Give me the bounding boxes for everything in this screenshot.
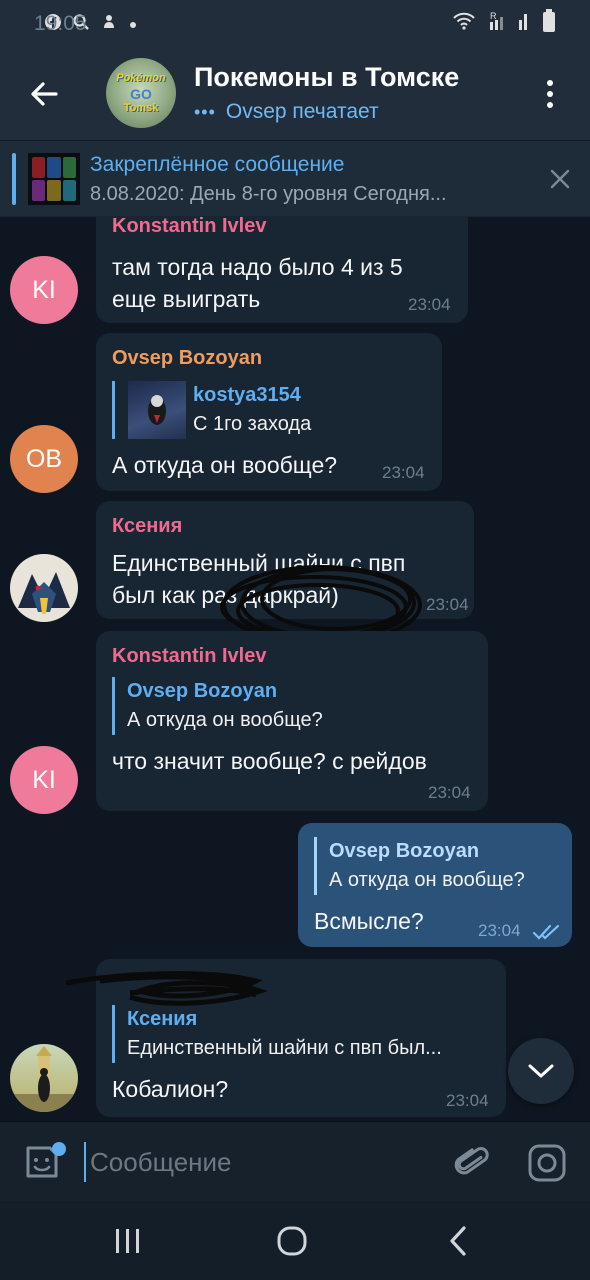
message-time: 23:04 bbox=[426, 595, 469, 614]
reply-quote[interactable]: Ovsep Bozoyan А откуда он вообще? bbox=[314, 837, 525, 895]
message-text-line: Единственный шайни с пвп bbox=[112, 550, 406, 576]
pinned-title: Закреплённое сообщение bbox=[90, 153, 345, 176]
signal-r-icon: R bbox=[488, 10, 506, 38]
group-avatar[interactable]: Pokémon GO Tomsk bbox=[106, 58, 176, 128]
avatar[interactable]: KI bbox=[10, 256, 78, 324]
pinned-text: 8.08.2020: День 8-го уровня Сегодня... bbox=[90, 183, 447, 205]
reply-quote[interactable]: Ovsep Bozoyan А откуда он вообще? bbox=[112, 677, 323, 735]
typing-status: ••• Ovsep печатает bbox=[194, 100, 379, 124]
message-time: 23:04 bbox=[478, 921, 521, 940]
status-time: 19:05 bbox=[34, 12, 87, 35]
pinned-accent-bar bbox=[12, 153, 16, 205]
pinned-thumbnail bbox=[28, 153, 80, 205]
home-button[interactable] bbox=[276, 1225, 308, 1257]
close-icon bbox=[550, 169, 570, 189]
avatar-initials: OB bbox=[25, 444, 63, 473]
message-text-line: что значит вообще? с рейдов bbox=[112, 748, 427, 774]
message-sender: Ксения bbox=[112, 515, 183, 537]
message-sender: Konstantin Ivlev bbox=[112, 645, 267, 667]
wifi-icon bbox=[452, 11, 476, 37]
message-text-line: там тогда надо было 4 из 5 bbox=[112, 254, 403, 280]
home-icon bbox=[277, 1226, 307, 1256]
signal-icon bbox=[518, 10, 530, 38]
reply-author: Ovsep Bozoyan bbox=[127, 680, 278, 702]
paperclip-icon bbox=[454, 1147, 489, 1175]
typing-text: Ovsep печатает bbox=[225, 100, 379, 123]
attach-button[interactable] bbox=[452, 1142, 492, 1182]
message-text-line: А откуда он вообще? bbox=[112, 452, 338, 478]
menu-dot-icon bbox=[547, 80, 553, 86]
reply-author: Ovsep Bozoyan bbox=[329, 840, 480, 862]
avatar-logo-line-2: GO bbox=[130, 86, 152, 102]
avatar-initials: KI bbox=[32, 275, 56, 304]
message-time: 23:04 bbox=[382, 463, 425, 482]
typing-dots-icon: ••• bbox=[194, 101, 216, 122]
svg-text:R: R bbox=[490, 11, 497, 21]
avatar-initials: KI bbox=[32, 765, 56, 794]
pinned-message-bar[interactable]: Закреплённое сообщение 8.08.2020: День 8… bbox=[0, 140, 590, 216]
avatar[interactable] bbox=[10, 554, 78, 622]
read-double-check-icon bbox=[532, 924, 560, 940]
message-time: 23:04 bbox=[408, 295, 451, 314]
menu-dot-icon bbox=[547, 102, 553, 108]
camera-button[interactable] bbox=[526, 1142, 568, 1184]
message-bubble[interactable]: Konstantin Ivlev Ovsep Bozoyan А откуда … bbox=[96, 631, 488, 811]
reply-quote[interactable]: Ксения Единственный шайни с пвп был... bbox=[112, 1005, 442, 1063]
scroll-down-button[interactable] bbox=[508, 1038, 574, 1104]
reply-author: kostya3154 bbox=[193, 384, 301, 406]
camera-icon bbox=[528, 1144, 566, 1182]
message-input[interactable] bbox=[84, 1142, 424, 1182]
avatar-logo-line-3: Tomsk bbox=[123, 102, 159, 114]
message-sender: Konstantin Ivlev bbox=[112, 217, 267, 237]
reply-author: Ксения bbox=[127, 1008, 198, 1030]
dot-icon bbox=[128, 14, 138, 35]
message-text-line: Всмысле? bbox=[314, 908, 424, 934]
message-text-line: был как раз даркрай) bbox=[112, 582, 339, 608]
message-composer bbox=[0, 1121, 590, 1201]
more-menu-button[interactable] bbox=[538, 74, 562, 114]
arrow-left-icon bbox=[31, 82, 58, 106]
pokemon-avatar-icon bbox=[10, 554, 78, 622]
message-bubble[interactable]: Ксения Единственный шайни с пвп был как … bbox=[96, 501, 474, 619]
recents-icon bbox=[116, 1229, 139, 1253]
message-text-line: еще выиграть bbox=[112, 286, 261, 312]
reply-text: А откуда он вообще? bbox=[127, 709, 323, 731]
message-time: 23:04 bbox=[446, 1091, 489, 1110]
battery-icon bbox=[542, 9, 556, 39]
status-bar: 19:05 R bbox=[0, 0, 590, 48]
system-navigation-bar bbox=[0, 1201, 590, 1280]
chat-header: Pokémon GO Tomsk Покемоны в Томске ••• O… bbox=[0, 48, 590, 140]
recents-button[interactable] bbox=[112, 1225, 144, 1257]
message-list[interactable]: Konstantin Ivlev там тогда надо было 4 и… bbox=[0, 217, 590, 1121]
avatar[interactable]: KI bbox=[10, 746, 78, 814]
back-chevron-icon bbox=[450, 1226, 466, 1256]
message-bubble-outgoing[interactable]: Ovsep Bozoyan А откуда он вообще? Всмысл… bbox=[298, 823, 572, 947]
message-time: 23:04 bbox=[428, 783, 471, 802]
message-bubble[interactable]: Konstantin Ivlev там тогда надо было 4 и… bbox=[96, 217, 468, 323]
message-bubble[interactable]: Ovsep Bozoyan kostya3154 С 1го захода А … bbox=[96, 333, 442, 491]
system-back-button[interactable] bbox=[444, 1225, 472, 1257]
message-bubble[interactable]: Ксения Единственный шайни с пвп был... К… bbox=[96, 959, 506, 1117]
avatar-logo-line-1: Pokémon bbox=[116, 72, 166, 84]
avatar[interactable] bbox=[10, 1044, 78, 1112]
chevron-down-icon bbox=[528, 1064, 554, 1078]
reply-text: С 1го захода bbox=[193, 413, 312, 435]
app-icon bbox=[100, 13, 118, 36]
notification-dot bbox=[52, 1142, 66, 1156]
avatar[interactable]: OB bbox=[10, 425, 78, 493]
message-sender: Ovsep Bozoyan bbox=[112, 347, 263, 369]
message-text-line: Кобалион? bbox=[112, 1076, 229, 1102]
photo-avatar-icon bbox=[10, 1044, 78, 1112]
reply-text: А откуда он вообще? bbox=[329, 869, 525, 891]
reply-text: Единственный шайни с пвп был... bbox=[127, 1037, 442, 1059]
close-pinned-button[interactable] bbox=[548, 167, 572, 191]
chat-title[interactable]: Покемоны в Томске bbox=[194, 62, 459, 93]
back-button[interactable] bbox=[26, 76, 62, 112]
menu-dot-icon bbox=[547, 91, 553, 97]
reply-quote[interactable]: kostya3154 С 1го захода bbox=[112, 381, 311, 439]
